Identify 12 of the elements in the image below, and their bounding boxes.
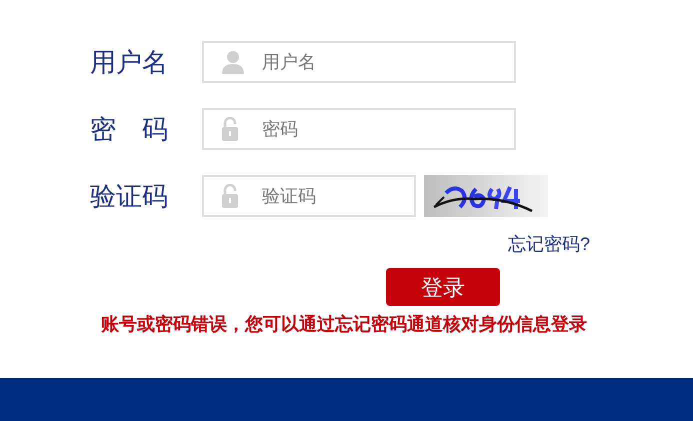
input-field[interactable]: 用户名 [202,41,516,83]
lock-icon [222,184,238,208]
login-button[interactable]: 登录 [386,268,500,306]
field-label: 密 码 [90,112,169,146]
input-field[interactable]: 验证码 [202,175,416,217]
error-message: 账号或密码错误，您可以通过忘记密码通道核对身份信息登录 [100,314,588,335]
lock-icon [222,117,238,141]
input-field[interactable]: 密码 [202,108,516,150]
forgot-password-link[interactable]: 忘记密码? [508,231,590,258]
field-label: 用户名 [90,46,169,78]
user-icon [222,50,244,74]
field-label: 验证码 [90,180,169,212]
